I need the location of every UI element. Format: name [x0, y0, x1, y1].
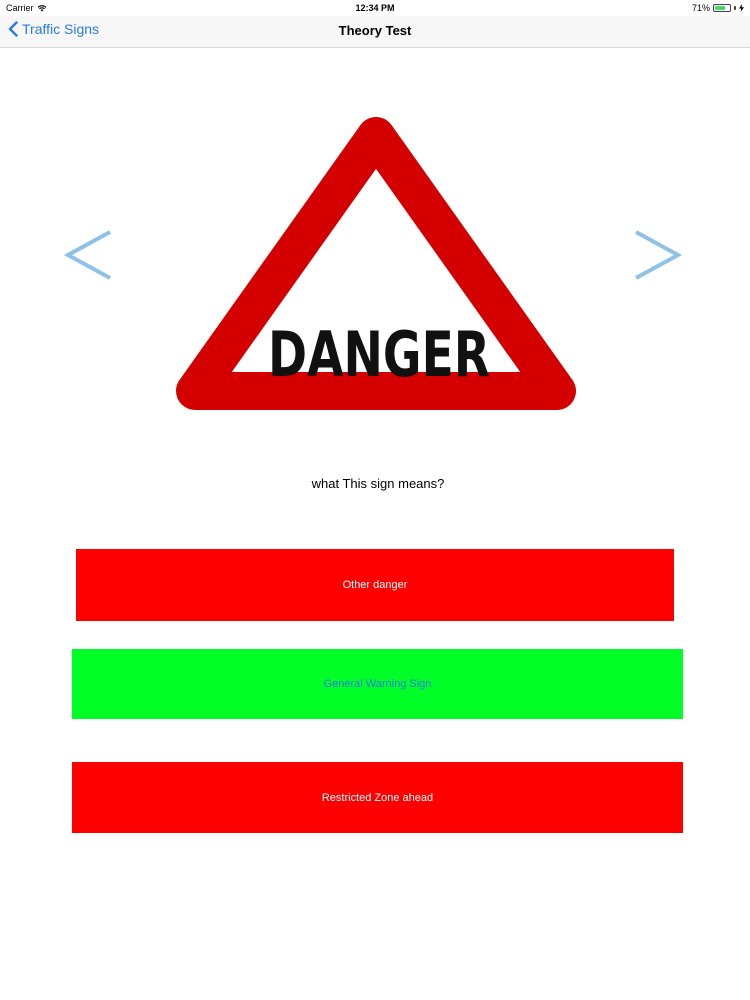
nav-bar: Traffic Signs Theory Test	[0, 16, 750, 48]
answer-button-general-warning-sign[interactable]: General Warning Sign	[72, 649, 683, 719]
battery-tip	[734, 6, 736, 10]
previous-sign-button[interactable]	[60, 228, 116, 287]
charging-icon	[739, 4, 744, 12]
danger-sign-icon: DANGER	[176, 117, 576, 410]
answer-button-other-danger[interactable]: Other danger	[76, 549, 674, 621]
page-title: Theory Test	[338, 23, 412, 38]
question-text: what This sign means?	[311, 476, 445, 491]
status-bar: Carrier 12:34 PM 71%	[0, 0, 750, 16]
battery-fill	[715, 6, 725, 10]
status-time: 12:34 PM	[355, 3, 395, 13]
answer-label: General Warning Sign	[323, 678, 432, 690]
answer-label: Other danger	[342, 579, 408, 591]
status-battery: 71%	[692, 3, 744, 13]
battery-icon	[713, 4, 731, 12]
screen: Carrier 12:34 PM 71% Traffic Signs Theor…	[0, 0, 750, 1000]
traffic-sign-image: DANGER	[170, 110, 582, 427]
answer-button-restricted-zone-ahead[interactable]: Restricted Zone ahead	[72, 762, 683, 833]
sign-text: DANGER	[268, 318, 490, 391]
arrow-prev-icon	[63, 230, 111, 280]
arrow-next-icon	[635, 230, 683, 280]
battery-percent: 71%	[691, 3, 710, 13]
answer-label: Restricted Zone ahead	[321, 791, 434, 804]
next-sign-button[interactable]	[630, 228, 686, 287]
